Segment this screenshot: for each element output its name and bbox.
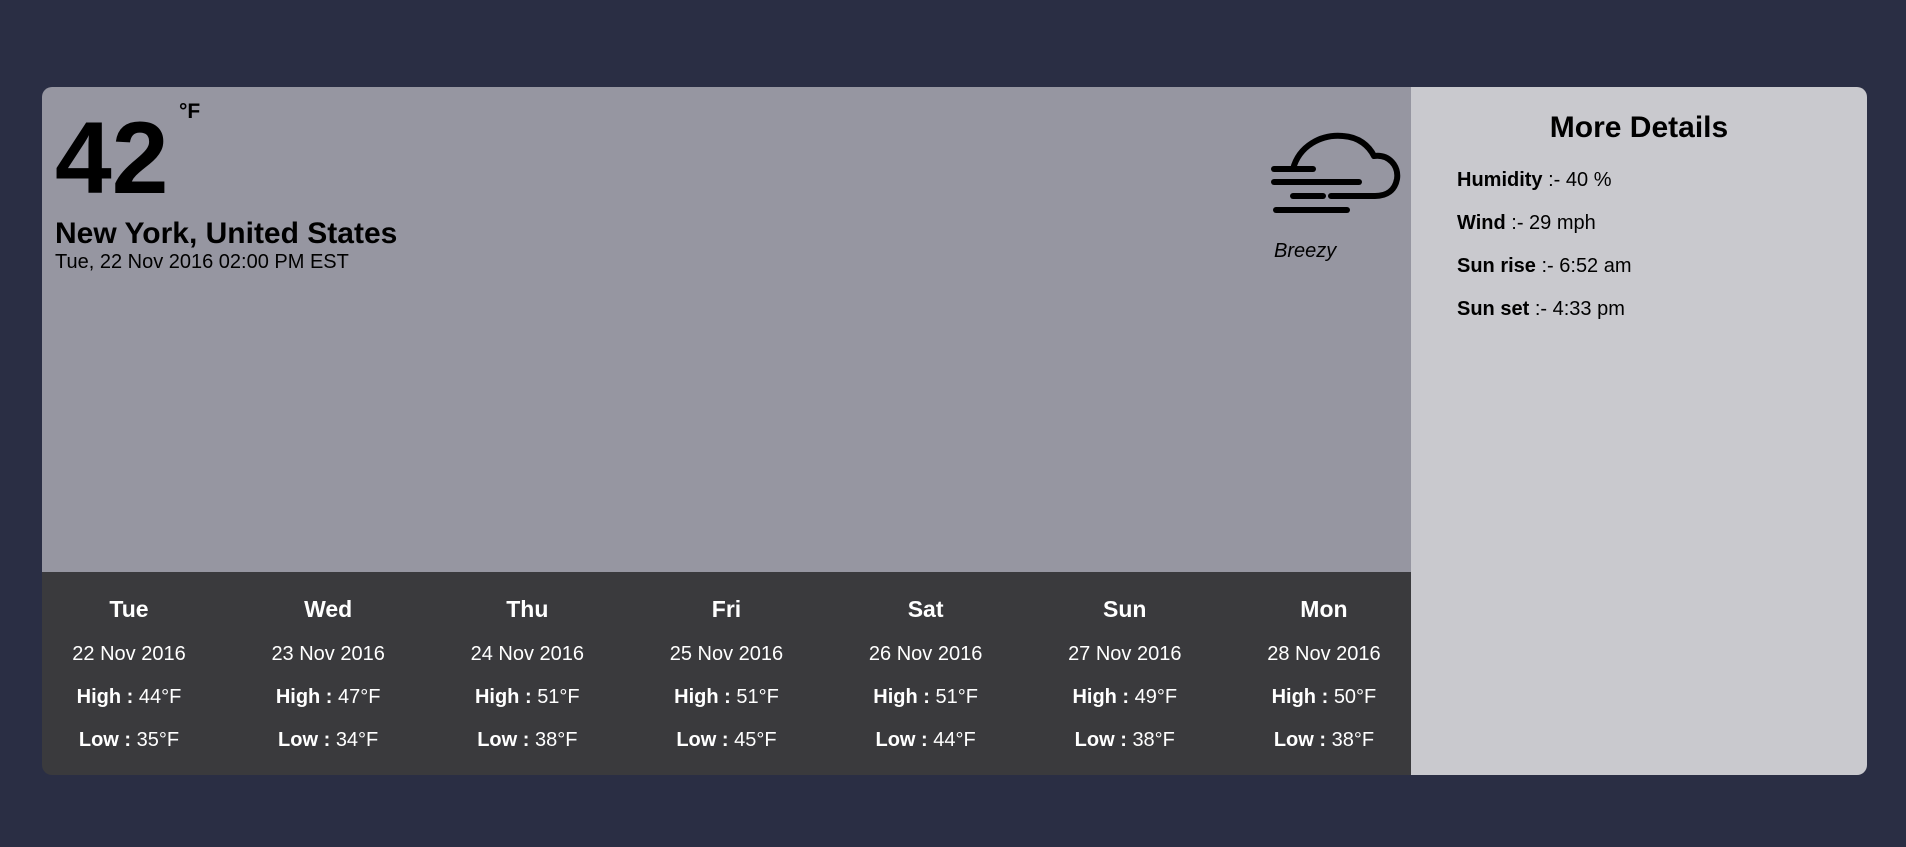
detail-label: Humidity bbox=[1457, 169, 1543, 191]
forecast-high: High : 49°F bbox=[1050, 686, 1200, 712]
temperature-unit: °F bbox=[179, 100, 201, 123]
high-value: 44°F bbox=[138, 686, 182, 708]
detail-label: Wind bbox=[1457, 212, 1506, 234]
high-label: High : bbox=[76, 686, 134, 708]
high-value: 49°F bbox=[1134, 686, 1178, 708]
detail-sunrise: Sun rise :- 6:52 am bbox=[1457, 255, 1632, 298]
weather-condition: Breezy bbox=[1274, 240, 1337, 262]
low-label: Low : bbox=[875, 729, 928, 751]
detail-label: Sun rise bbox=[1457, 255, 1536, 277]
forecast-day-name: Mon bbox=[1300, 596, 1348, 622]
forecast-day-name: Thu bbox=[506, 596, 549, 622]
detail-sunset: Sun set :- 4:33 pm bbox=[1457, 298, 1632, 341]
high-label: High : bbox=[474, 686, 532, 708]
forecast-day: Sun 27 Nov 2016 High : 49°F Low : 38°F bbox=[1050, 572, 1200, 775]
forecast-high: High : 51°F bbox=[452, 686, 602, 712]
high-label: High : bbox=[1271, 686, 1329, 708]
low-value: 35°F bbox=[136, 729, 180, 751]
forecast-day: Thu 24 Nov 2016 High : 51°F Low : 38°F bbox=[452, 572, 602, 775]
forecast-day-name: Sat bbox=[907, 596, 944, 622]
main-panel: 42 °F New York, United States Tue, 22 No… bbox=[42, 87, 1411, 775]
forecast-low: Low : 38°F bbox=[1249, 729, 1399, 755]
low-value: 38°F bbox=[534, 729, 578, 751]
high-label: High : bbox=[674, 686, 731, 708]
forecast-high: High : 50°F bbox=[1249, 686, 1399, 712]
detail-wind: Wind :- 29 mph bbox=[1457, 212, 1632, 255]
forecast-date: 26 Nov 2016 bbox=[868, 643, 983, 665]
detail-value: :- 4:33 pm bbox=[1534, 298, 1625, 320]
low-value: 45°F bbox=[734, 729, 777, 751]
low-value: 44°F bbox=[933, 729, 976, 751]
forecast-high: High : 47°F bbox=[253, 686, 403, 712]
forecast-low: Low : 45°F bbox=[651, 729, 801, 755]
forecast-strip: Tue 22 Nov 2016 High : 44°F Low : 35°F W… bbox=[42, 572, 1411, 775]
low-value: 34°F bbox=[335, 729, 379, 751]
forecast-low: Low : 35°F bbox=[54, 729, 204, 755]
forecast-day: Wed 23 Nov 2016 High : 47°F Low : 34°F bbox=[253, 572, 403, 775]
low-label: Low : bbox=[1273, 729, 1327, 751]
forecast-date: 24 Nov 2016 bbox=[470, 643, 585, 665]
low-label: Low : bbox=[78, 729, 132, 751]
forecast-day-name: Tue bbox=[109, 596, 149, 622]
high-value: 51°F bbox=[736, 686, 779, 708]
current-weather: 42 °F New York, United States Tue, 22 No… bbox=[42, 87, 1411, 572]
forecast-day: Fri 25 Nov 2016 High : 51°F Low : 45°F bbox=[651, 572, 801, 775]
high-label: High : bbox=[275, 686, 333, 708]
forecast-date: 23 Nov 2016 bbox=[271, 643, 385, 665]
forecast-low: Low : 44°F bbox=[851, 729, 1001, 755]
forecast-high: High : 51°F bbox=[851, 686, 1001, 712]
forecast-day-name: Wed bbox=[304, 596, 353, 622]
windy-cloud-icon bbox=[1271, 124, 1401, 224]
forecast-day: Mon 28 Nov 2016 High : 50°F Low : 38°F bbox=[1249, 572, 1399, 775]
high-value: 51°F bbox=[537, 686, 580, 708]
forecast-day: Tue 22 Nov 2016 High : 44°F Low : 35°F bbox=[54, 572, 204, 775]
high-value: 47°F bbox=[338, 686, 381, 708]
details-panel: More Details Humidity :- 40 % Wind :- 29… bbox=[1411, 87, 1867, 775]
high-value: 51°F bbox=[935, 686, 978, 708]
current-datetime: Tue, 22 Nov 2016 02:00 PM EST bbox=[55, 251, 349, 273]
forecast-date: 25 Nov 2016 bbox=[669, 643, 784, 665]
forecast-low: Low : 34°F bbox=[253, 729, 403, 755]
forecast-day: Sat 26 Nov 2016 High : 51°F Low : 44°F bbox=[851, 572, 1001, 775]
low-label: Low : bbox=[1074, 729, 1127, 751]
detail-label: Sun set bbox=[1457, 298, 1530, 320]
detail-humidity: Humidity :- 40 % bbox=[1457, 169, 1632, 212]
details-title: More Details bbox=[1549, 111, 1729, 144]
high-label: High : bbox=[873, 686, 930, 708]
temperature-value: 42 bbox=[55, 101, 169, 215]
low-value: 38°F bbox=[1331, 729, 1375, 751]
forecast-date: 22 Nov 2016 bbox=[72, 643, 186, 665]
detail-value: :- 29 mph bbox=[1511, 212, 1596, 234]
detail-value: :- 6:52 am bbox=[1541, 255, 1632, 277]
forecast-low: Low : 38°F bbox=[1050, 729, 1200, 755]
forecast-day-name: Sun bbox=[1103, 596, 1147, 622]
low-label: Low : bbox=[676, 729, 729, 751]
low-label: Low : bbox=[477, 729, 530, 751]
forecast-low: Low : 38°F bbox=[452, 729, 602, 755]
forecast-high: High : 51°F bbox=[651, 686, 801, 712]
forecast-date: 27 Nov 2016 bbox=[1068, 643, 1182, 665]
low-label: Low : bbox=[278, 729, 331, 751]
forecast-high: High : 44°F bbox=[54, 686, 204, 712]
forecast-day-name: Fri bbox=[711, 596, 742, 622]
low-value: 38°F bbox=[1132, 729, 1175, 751]
details-list: Humidity :- 40 % Wind :- 29 mph Sun rise… bbox=[1457, 169, 1632, 341]
detail-value: :- 40 % bbox=[1548, 169, 1612, 191]
high-value: 50°F bbox=[1333, 686, 1377, 708]
weather-card: 42 °F New York, United States Tue, 22 No… bbox=[42, 87, 1867, 775]
location-name: New York, United States bbox=[55, 217, 398, 250]
forecast-date: 28 Nov 2016 bbox=[1267, 643, 1381, 665]
high-label: High : bbox=[1072, 686, 1130, 708]
